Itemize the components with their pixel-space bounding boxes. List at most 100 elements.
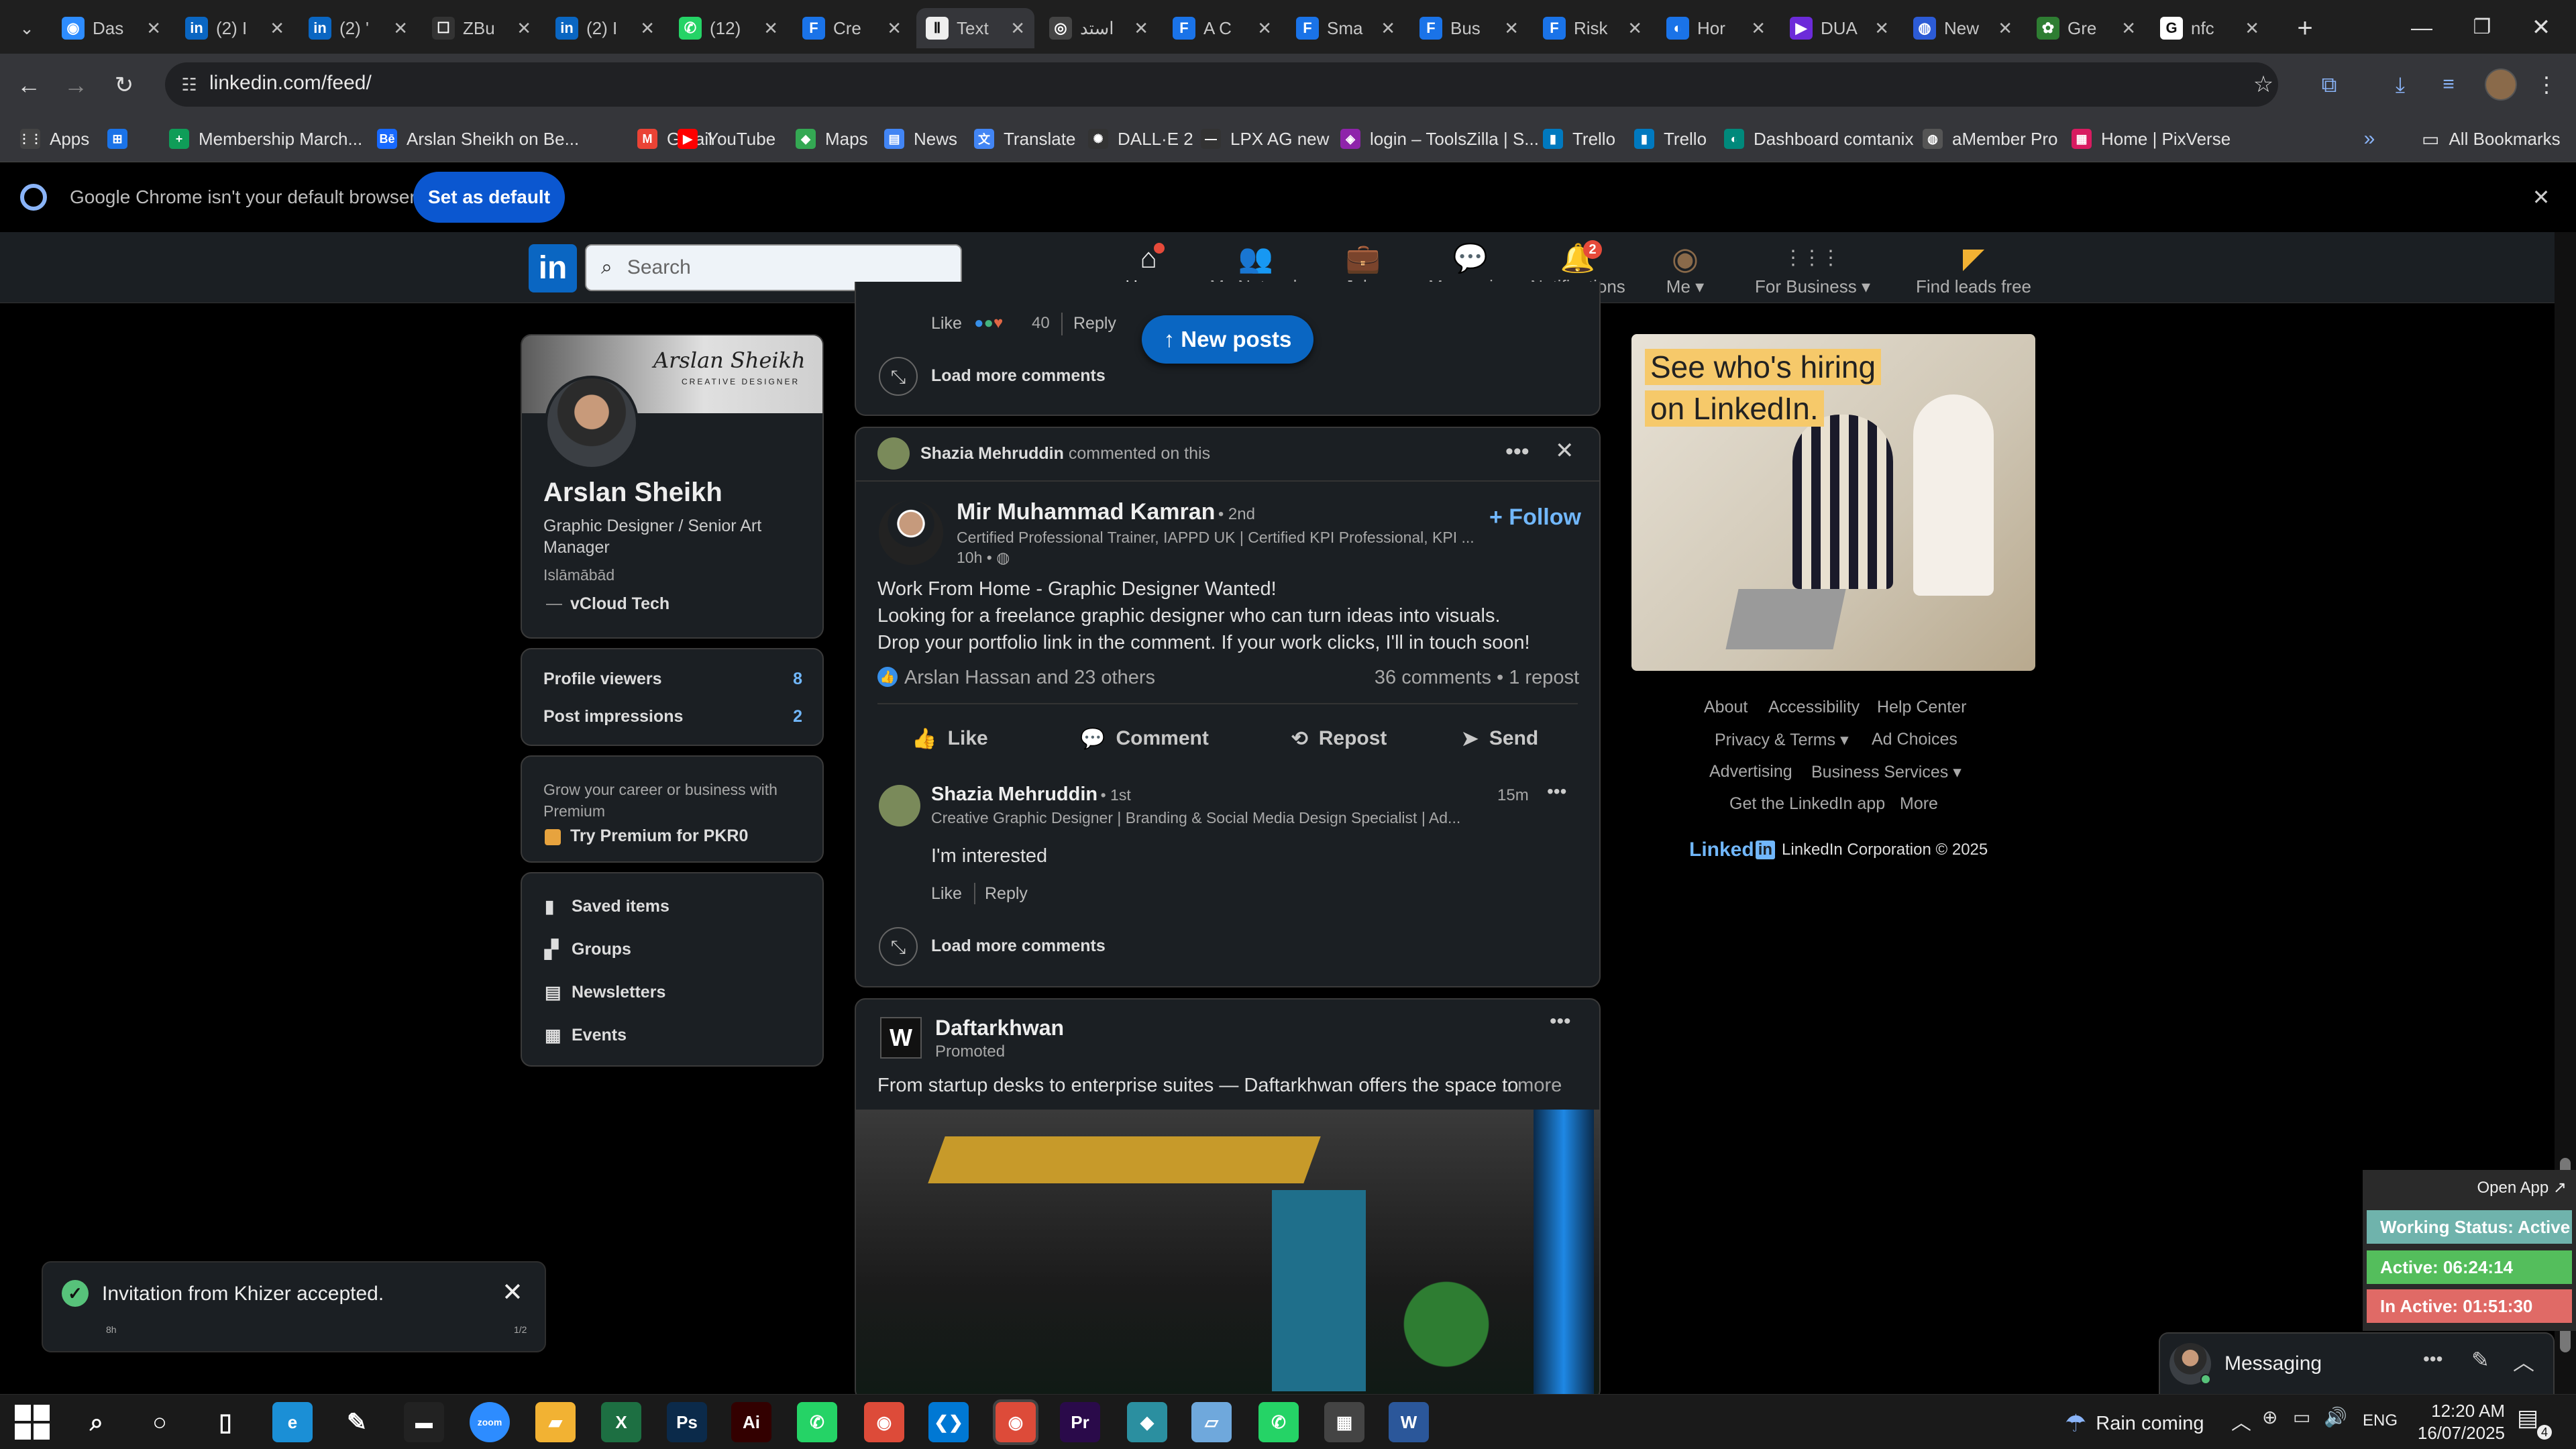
browser-tab[interactable]: ✿ Gre ✕ — [2027, 8, 2145, 48]
load-more-comments-top[interactable]: Load more comments — [931, 366, 1106, 386]
compose-icon[interactable]: ✎ — [2471, 1347, 2489, 1373]
browser-tab[interactable]: ◎ استد ✕ — [1040, 8, 1158, 48]
restore-button[interactable]: ❐ — [2455, 11, 2509, 44]
bookmark-item[interactable]: ◆ Maps — [796, 121, 868, 157]
new-tab-button[interactable]: + — [2288, 11, 2322, 46]
footer-link[interactable]: Accessibility — [1768, 698, 1860, 717]
tray-app-icon[interactable]: ⊕ — [2262, 1406, 2277, 1428]
comment-reply[interactable]: Reply — [985, 884, 1028, 904]
taskbar-task-view-icon[interactable]: ▯ — [205, 1402, 246, 1442]
comment-like-link[interactable]: Like — [931, 314, 962, 333]
nav-for-business[interactable]: ⋮⋮⋮ For Business ▾ — [1755, 240, 1870, 301]
open-app-link[interactable]: Open App ↗ — [2477, 1178, 2567, 1197]
load-more-icon[interactable]: ⤡ — [879, 357, 918, 396]
footer-link[interactable]: More — [1900, 794, 1938, 814]
back-icon[interactable]: ← — [13, 70, 44, 101]
taskbar-pen-icon[interactable]: ✎ — [337, 1402, 377, 1442]
close-window-button[interactable]: ✕ — [2514, 11, 2568, 44]
daftarkhwan-logo[interactable]: W — [880, 1017, 922, 1059]
taskbar-chrome-active-icon[interactable]: ◉ — [993, 1399, 1038, 1445]
load-more-icon[interactable]: ⤡ — [879, 927, 918, 966]
browser-tab[interactable]: in (2) I ✕ — [176, 8, 294, 48]
bookmark-item[interactable]: ✺ DALL·E 2 — [1088, 121, 1193, 157]
bookmark-item[interactable]: ▮ Trello — [1543, 121, 1615, 157]
taskbar-cortana-icon[interactable]: ○ — [140, 1402, 180, 1442]
browser-tab[interactable]: ◍ New ✕ — [1904, 8, 2022, 48]
taskbar-vscode-icon[interactable]: ❮❯ — [928, 1402, 969, 1442]
browser-tab[interactable]: ◉ Das ✕ — [52, 8, 170, 48]
author-name[interactable]: Mir Muhammad Kamran — [957, 499, 1215, 525]
footer-link[interactable]: About — [1704, 698, 1748, 717]
browser-tab[interactable]: ▶ DUA ✕ — [1780, 8, 1898, 48]
footer-link[interactable]: Advertising — [1709, 762, 1792, 782]
messaging-bar[interactable]: Messaging ••• ✎ ︿ — [2159, 1332, 2555, 1394]
ad-more-icon[interactable]: ••• — [1550, 1010, 1571, 1033]
like-button[interactable]: 👍 Like — [883, 712, 1017, 765]
site-info-icon[interactable]: ☷ — [176, 71, 203, 98]
taskbar-app-diamond-icon[interactable]: ◆ — [1127, 1402, 1167, 1442]
taskbar-chrome-icon[interactable]: ◉ — [864, 1402, 904, 1442]
post-impressions-label[interactable]: Post impressions — [543, 707, 683, 727]
browser-tab[interactable]: F A C ✕ — [1163, 8, 1281, 48]
post-dismiss-icon[interactable]: ✕ — [1555, 437, 1574, 464]
bookmark-item[interactable]: ▮ Trello — [1634, 121, 1707, 157]
messaging-more-icon[interactable]: ••• — [2423, 1348, 2443, 1370]
bookmark-item[interactable]: ◐ Dashboard comtanix — [1724, 121, 1913, 157]
notification-center-icon[interactable]: ▤ 4 — [2517, 1405, 2555, 1440]
comment-more-icon[interactable]: ••• — [1547, 781, 1566, 802]
taskbar-whatsapp-icon[interactable]: ✆ — [797, 1402, 837, 1442]
taskbar-edge-icon[interactable]: e — [272, 1402, 313, 1442]
tab-close-icon[interactable]: ✕ — [1874, 18, 1889, 39]
all-bookmarks[interactable]: ▭ All Bookmarks — [2422, 122, 2561, 156]
browser-tab[interactable]: ☐ ZBu ✕ — [423, 8, 541, 48]
advertiser-name[interactable]: Daftarkhwan — [935, 1016, 1064, 1040]
bookmark-item[interactable]: Bē Arslan Sheikh on Be... — [377, 121, 579, 157]
comment-avatar[interactable] — [879, 785, 920, 826]
bookmark-item[interactable]: ▶ YouTube — [678, 121, 775, 157]
comments-summary[interactable]: 36 comments • 1 repost — [1375, 667, 1579, 689]
tab-close-icon[interactable]: ✕ — [887, 18, 902, 39]
post-more-icon[interactable]: ••• — [1505, 439, 1529, 465]
tab-close-icon[interactable]: ✕ — [1627, 18, 1642, 39]
tab-close-icon[interactable]: ✕ — [393, 18, 408, 39]
toast-close-icon[interactable]: ✕ — [502, 1277, 523, 1307]
tab-close-icon[interactable]: ✕ — [2245, 18, 2259, 39]
tab-close-icon[interactable]: ✕ — [1751, 18, 1766, 39]
author-avatar[interactable] — [879, 500, 943, 565]
tab-close-icon[interactable]: ✕ — [1381, 18, 1395, 39]
bookmark-item[interactable]: ⋮⋮ Apps — [18, 121, 89, 157]
extensions-icon[interactable]: ⧉ — [2314, 70, 2344, 99]
network-icon[interactable]: ▭ — [2293, 1406, 2310, 1428]
minimize-button[interactable]: — — [2395, 11, 2449, 44]
bookmark-item[interactable]: + Membership March... — [169, 121, 362, 157]
chevron-up-icon[interactable]: ︿ — [2513, 1346, 2534, 1377]
browser-tab[interactable]: ✆ (12) ✕ — [669, 8, 788, 48]
footer-link[interactable]: Ad Choices — [1872, 730, 1957, 749]
volume-icon[interactable]: 🔊 — [2324, 1406, 2347, 1428]
footer-link[interactable]: Help Center — [1877, 698, 1966, 717]
reaction-count[interactable]: 40 — [1032, 314, 1050, 333]
more-bookmarks-icon[interactable]: » — [2356, 122, 2383, 156]
load-more-comments[interactable]: Load more comments — [931, 936, 1106, 956]
repost-button[interactable]: ⟲ Repost — [1258, 712, 1419, 765]
reactions-summary[interactable]: Arslan Hassan and 23 others — [904, 667, 1155, 689]
tab-close-icon[interactable]: ✕ — [146, 18, 161, 39]
browser-tab[interactable]: in (2) ' ✕ — [299, 8, 417, 48]
windows-start-icon[interactable] — [15, 1405, 50, 1440]
tray-chevron-icon[interactable]: ︿ — [2231, 1406, 2251, 1436]
ad-image[interactable] — [856, 1110, 1599, 1399]
profile-viewers-value[interactable]: 8 — [793, 669, 802, 689]
url-text[interactable]: linkedin.com/feed/ — [209, 72, 372, 95]
footer-link[interactable]: Get the LinkedIn app — [1729, 794, 1885, 814]
language-indicator[interactable]: ENG — [2363, 1411, 2398, 1430]
nav-me[interactable]: ◉ Me ▾ — [1631, 240, 1739, 301]
taskbar-photoshop-icon[interactable]: Ps — [667, 1402, 707, 1442]
footer-link[interactable]: Privacy & Terms ▾ — [1715, 730, 1849, 750]
see-more-link[interactable]: ...more — [1501, 1075, 1562, 1097]
set-as-default-button[interactable]: Set as default — [413, 172, 565, 223]
tab-close-icon[interactable]: ✕ — [640, 18, 655, 39]
try-premium-link[interactable]: Try Premium for PKR0 — [570, 826, 748, 846]
bookmark-item[interactable]: ⊞ — [107, 121, 137, 157]
browser-tab[interactable]: F Risk ✕ — [1534, 8, 1652, 48]
tab-close-icon[interactable]: ✕ — [1257, 18, 1272, 39]
